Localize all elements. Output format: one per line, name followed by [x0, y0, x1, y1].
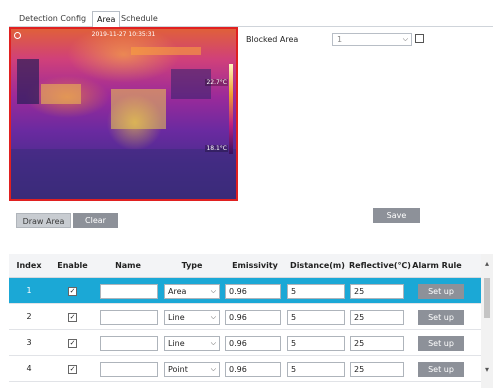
- set-up-button[interactable]: Set up: [418, 310, 464, 325]
- emissivity-input[interactable]: 0.96: [225, 284, 281, 299]
- emissivity-input[interactable]: 0.96: [225, 362, 281, 377]
- emissivity-input[interactable]: 0.96: [225, 336, 281, 351]
- chevron-down-icon: ⌵: [210, 339, 216, 347]
- type-value: Point: [168, 365, 188, 374]
- header-index: Index: [16, 261, 42, 270]
- header-emissivity: Emissivity: [232, 261, 278, 270]
- row-index: 1: [26, 286, 32, 295]
- name-input[interactable]: [100, 284, 158, 299]
- blocked-area-label: Blocked Area: [246, 35, 299, 44]
- table-row[interactable]: 3 ✓ Line ⌵ 0.96 5 25 Set up: [9, 330, 481, 356]
- distance-input[interactable]: 5: [287, 362, 345, 377]
- table-row[interactable]: 2 ✓ Line ⌵ 0.96 5 25 Set up: [9, 304, 481, 330]
- reflective-input[interactable]: 25: [350, 336, 404, 351]
- header-enable: Enable: [57, 261, 88, 270]
- header-alarm-rule: Alarm Rule: [412, 261, 462, 270]
- type-select[interactable]: Line ⌵: [164, 336, 220, 351]
- scroll-up-icon[interactable]: ▴: [483, 260, 491, 268]
- distance-input[interactable]: 5: [287, 310, 345, 325]
- tab-bar: Detection Config Area Schedule: [9, 11, 493, 28]
- type-value: Line: [168, 339, 185, 348]
- chevron-down-icon: ⌵: [210, 365, 216, 373]
- emissivity-input[interactable]: 0.96: [225, 310, 281, 325]
- header-type: Type: [181, 261, 203, 270]
- row-index: 4: [26, 364, 32, 373]
- type-value: Line: [168, 313, 185, 322]
- temp-label-high: 22.7°C: [205, 79, 228, 86]
- reflective-input[interactable]: 25: [350, 362, 404, 377]
- header-distance: Distance(m): [290, 261, 345, 270]
- table-row[interactable]: 1 ✓ Area ⌵ 0.96 5 25 Set up: [9, 278, 481, 304]
- type-select[interactable]: Line ⌵: [164, 310, 220, 325]
- enable-checkbox[interactable]: ✓: [68, 287, 77, 296]
- reflective-input[interactable]: 25: [350, 284, 404, 299]
- save-button[interactable]: Save: [373, 208, 420, 223]
- table-header: Index Enable Name Type Emissivity Distan…: [9, 254, 481, 278]
- thermal-preview[interactable]: 2019-11-27 10:35:31 22.7°C 18.1°C: [9, 27, 238, 201]
- set-up-button[interactable]: Set up: [418, 362, 464, 377]
- type-value: Area: [168, 287, 187, 296]
- row-index: 2: [26, 312, 32, 321]
- distance-input[interactable]: 5: [287, 336, 345, 351]
- enable-checkbox[interactable]: ✓: [68, 313, 77, 322]
- chevron-down-icon: ⌵: [210, 313, 216, 321]
- name-input[interactable]: [100, 362, 158, 377]
- draw-area-button[interactable]: Draw Area: [16, 213, 71, 228]
- blocked-area-checkbox[interactable]: [415, 34, 424, 43]
- scrollbar-thumb[interactable]: [484, 278, 490, 318]
- set-up-button[interactable]: Set up: [418, 284, 464, 299]
- clear-button[interactable]: Clear: [73, 213, 118, 228]
- area-table: Index Enable Name Type Emissivity Distan…: [9, 254, 493, 388]
- reflective-input[interactable]: 25: [350, 310, 404, 325]
- set-up-button[interactable]: Set up: [418, 336, 464, 351]
- row-index: 3: [26, 338, 32, 347]
- distance-input[interactable]: 5: [287, 284, 345, 299]
- enable-checkbox[interactable]: ✓: [68, 339, 77, 348]
- tab-detection-config[interactable]: Detection Config: [15, 11, 90, 27]
- header-name: Name: [115, 261, 141, 270]
- name-input[interactable]: [100, 336, 158, 351]
- camera-icon: [14, 32, 21, 39]
- chevron-down-icon: ⌵: [402, 35, 408, 43]
- enable-checkbox[interactable]: ✓: [68, 365, 77, 374]
- table-scrollbar[interactable]: ▴ ▾: [481, 254, 493, 388]
- type-select[interactable]: Point ⌵: [164, 362, 220, 377]
- scroll-down-icon[interactable]: ▾: [483, 366, 491, 374]
- blocked-area-value: 1: [337, 35, 343, 44]
- chevron-down-icon: ⌵: [210, 287, 216, 295]
- temp-label-low: 18.1°C: [205, 145, 228, 152]
- blocked-area-select[interactable]: 1 ⌵: [332, 33, 412, 46]
- tab-schedule[interactable]: Schedule: [117, 11, 162, 27]
- name-input[interactable]: [100, 310, 158, 325]
- table-row[interactable]: 4 ✓ Point ⌵ 0.96 5 25 Set up: [9, 356, 481, 382]
- preview-timestamp: 2019-11-27 10:35:31: [91, 31, 156, 38]
- type-select[interactable]: Area ⌵: [164, 284, 220, 299]
- temperature-scale: [229, 64, 233, 154]
- header-reflective: Reflective(℃): [349, 261, 411, 270]
